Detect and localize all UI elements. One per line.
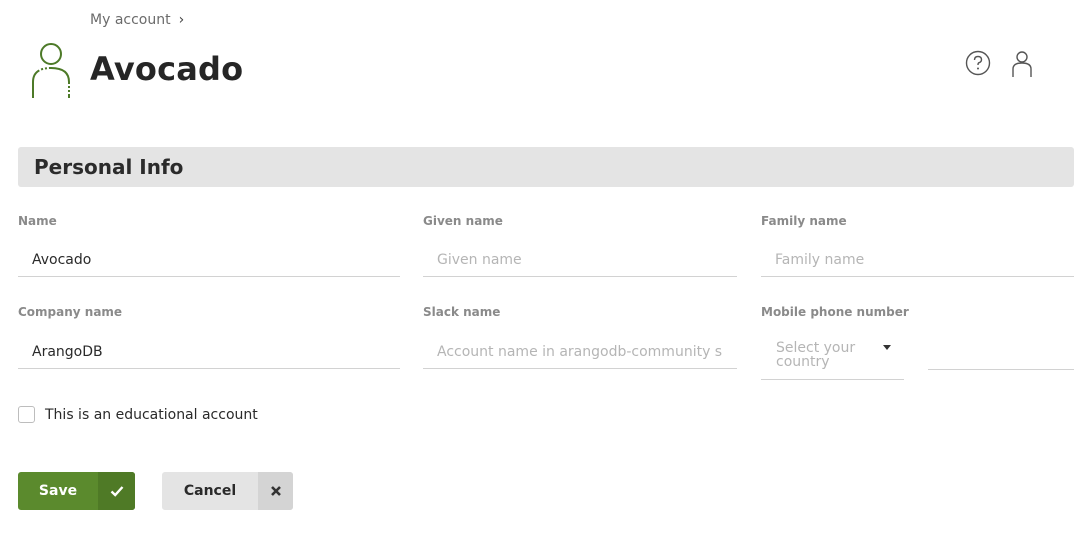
family-name-field[interactable] <box>761 243 1074 277</box>
save-button-label: Save <box>38 483 78 499</box>
family-name-label: Family name <box>761 214 847 228</box>
save-button[interactable]: Save <box>18 472 135 510</box>
section-title: Personal Info <box>34 155 184 179</box>
country-select[interactable]: Select your country <box>761 332 904 380</box>
name-label: Name <box>18 214 57 228</box>
slack-name-label: Slack name <box>423 305 501 319</box>
personal-info-section-header: Personal Info <box>18 147 1074 187</box>
mobile-phone-label: Mobile phone number <box>761 305 909 319</box>
breadcrumb-my-account-link[interactable]: My account <box>90 12 171 28</box>
close-icon <box>258 472 293 510</box>
name-field[interactable] <box>18 243 400 277</box>
check-icon <box>98 472 135 510</box>
given-name-field[interactable] <box>423 243 737 277</box>
mobile-phone-field[interactable] <box>928 336 1074 370</box>
caret-down-icon <box>883 345 891 350</box>
given-name-label: Given name <box>423 214 503 228</box>
cancel-button[interactable]: Cancel <box>162 472 293 510</box>
page-title: Avocado <box>90 50 244 88</box>
company-name-field[interactable] <box>18 335 400 369</box>
user-icon[interactable] <box>1010 50 1034 78</box>
cancel-button-label: Cancel <box>183 483 237 499</box>
educational-account-label[interactable]: This is an educational account <box>45 407 258 423</box>
user-avatar-icon <box>32 43 70 98</box>
chevron-right-icon: › <box>178 12 185 28</box>
breadcrumb: My account › <box>90 12 184 28</box>
educational-account-row: This is an educational account <box>18 406 258 423</box>
country-select-placeholder: Select your country <box>776 340 856 370</box>
educational-account-checkbox[interactable] <box>18 406 35 423</box>
help-circle-icon[interactable] <box>965 50 991 76</box>
slack-name-field[interactable] <box>423 335 737 369</box>
company-name-label: Company name <box>18 305 123 319</box>
